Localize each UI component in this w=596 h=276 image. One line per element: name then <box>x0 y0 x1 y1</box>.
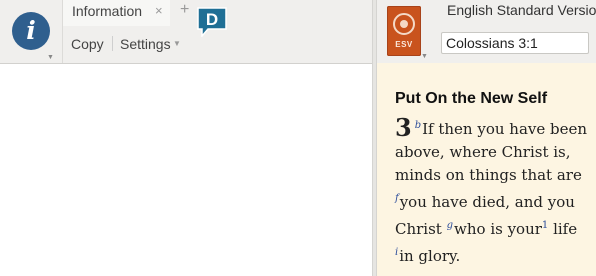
verse-line: 3 bIf then you have been <box>395 114 596 141</box>
copy-button[interactable]: Copy <box>71 36 104 52</box>
verse-text: Christ <box>395 220 447 238</box>
bible-text: Put On the New Self 3 bIf then you have b… <box>395 90 596 268</box>
verse-text: If then you have been <box>422 120 588 138</box>
footnote-marker[interactable]: b <box>415 120 421 131</box>
verse-text: in glory. <box>399 247 461 265</box>
chevron-down-icon[interactable]: ▼ <box>173 39 181 48</box>
information-toolbar: i ▼ Information × + Copy Settings ▼ <box>0 0 372 64</box>
verse-line: above, where Christ is, <box>395 141 596 164</box>
verse-line: minds on things that are <box>395 164 596 187</box>
information-panel: i ▼ Information × + Copy Settings ▼ D <box>0 0 372 276</box>
bible-toolbar: ESV ▼ English Standard Version <box>377 0 596 63</box>
chapter-number: 3 <box>395 113 412 142</box>
info-icon[interactable]: i <box>12 12 50 50</box>
verse-text: minds on things that are <box>395 166 582 184</box>
toolbar-separator <box>112 36 113 51</box>
verse-line: fyou have died, and you <box>395 187 596 214</box>
verse-line: Christ gwho is your1 life <box>395 214 596 241</box>
verse-text: above, where Christ is, <box>395 143 571 161</box>
d-logo-letter: D <box>206 10 218 29</box>
resource-menu-caret-icon[interactable]: ▼ <box>421 53 428 60</box>
tab-label: Information <box>72 3 143 19</box>
d-logo-icon: D <box>197 7 227 37</box>
verse-line: iin glory. <box>395 241 596 268</box>
footnote-marker[interactable]: i <box>395 247 398 258</box>
settings-button[interactable]: Settings <box>120 36 171 52</box>
bible-panel: ESV ▼ English Standard Version Put On th… <box>377 0 596 276</box>
tab-close-icon[interactable]: × <box>155 3 163 18</box>
resource-title[interactable]: English Standard Version <box>447 2 596 18</box>
panel-menu-caret-icon[interactable]: ▼ <box>47 54 54 61</box>
esv-cover-text: ESV <box>395 40 413 49</box>
footnote-marker[interactable]: f <box>395 193 399 204</box>
verse-text: you have died, and you <box>399 193 575 211</box>
verse-text: who is your <box>454 220 542 238</box>
section-heading: Put On the New Self <box>395 90 548 107</box>
tab-information[interactable]: Information × <box>63 0 170 26</box>
footnote-marker[interactable]: g <box>447 220 453 231</box>
medal-icon <box>393 13 415 35</box>
reference-input[interactable] <box>441 32 589 54</box>
esv-cover-icon[interactable]: ESV <box>387 6 421 56</box>
add-tab-icon[interactable]: + <box>180 1 189 19</box>
verse-text: life <box>548 220 578 238</box>
